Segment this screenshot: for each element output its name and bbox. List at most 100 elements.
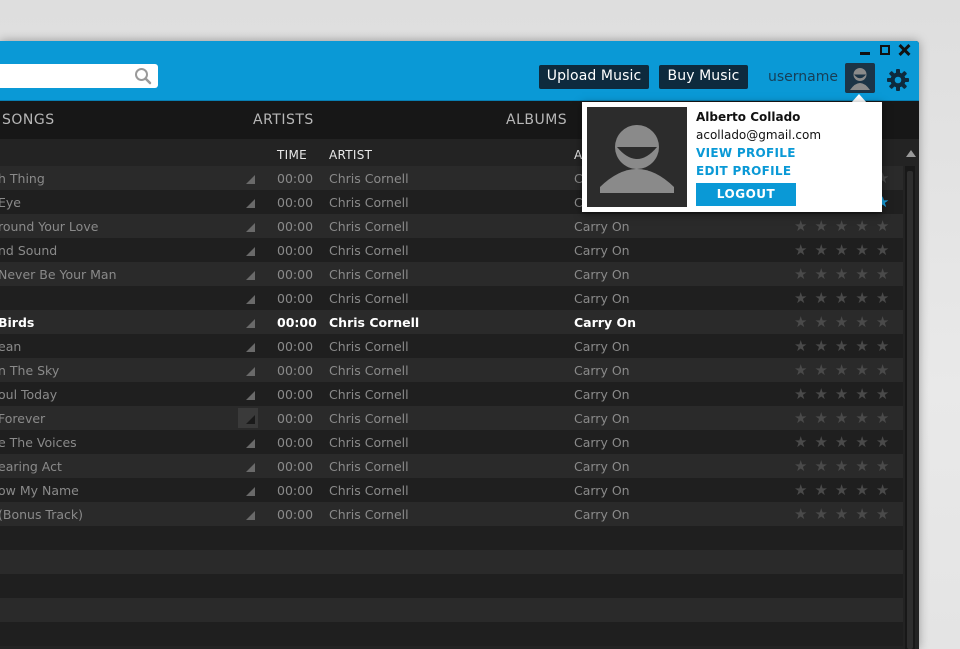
song-row[interactable]: Forever 00:00 Chris Cornell Carry On ★★★★★ (0, 406, 903, 430)
gear-icon[interactable] (886, 68, 910, 92)
row-menu-icon[interactable] (246, 391, 255, 400)
star-icon[interactable]: ★ (814, 409, 834, 427)
star-icon[interactable]: ★ (855, 481, 875, 499)
star-icon[interactable]: ★ (794, 337, 814, 355)
star-icon[interactable]: ★ (794, 433, 814, 451)
star-icon[interactable]: ★ (835, 385, 855, 403)
tab-albums[interactable]: ALBUMS (506, 112, 567, 128)
row-menu-icon[interactable] (238, 408, 258, 428)
star-icon[interactable]: ★ (855, 409, 875, 427)
avatar-button[interactable] (845, 63, 875, 93)
star-icon[interactable]: ★ (855, 505, 875, 523)
star-icon[interactable]: ★ (876, 313, 896, 331)
star-icon[interactable]: ★ (876, 217, 896, 235)
star-icon[interactable]: ★ (835, 313, 855, 331)
star-icon[interactable]: ★ (794, 457, 814, 475)
song-row[interactable]: earing Act 00:00 Chris Cornell Carry On ★★★★… (0, 454, 903, 478)
close-icon[interactable] (898, 44, 910, 56)
star-icon[interactable]: ★ (855, 457, 875, 475)
minimize-icon[interactable] (859, 44, 871, 56)
song-row[interactable]: e The Voices 00:00 Chris Cornell Carry On ★★… (0, 430, 903, 454)
scrollbar-thumb[interactable] (907, 171, 913, 649)
rating-stars[interactable]: ★★★★★ (794, 265, 896, 283)
row-menu-icon[interactable] (246, 295, 255, 304)
star-icon[interactable]: ★ (835, 433, 855, 451)
star-icon[interactable]: ★ (835, 409, 855, 427)
star-icon[interactable]: ★ (855, 385, 875, 403)
rating-stars[interactable]: ★★★★★ (794, 361, 896, 379)
star-icon[interactable]: ★ (835, 241, 855, 259)
star-icon[interactable]: ★ (814, 481, 834, 499)
star-icon[interactable]: ★ (855, 217, 875, 235)
star-icon[interactable]: ★ (835, 361, 855, 379)
star-icon[interactable]: ★ (835, 265, 855, 283)
view-profile-link[interactable]: VIEW PROFILE (696, 146, 796, 160)
star-icon[interactable]: ★ (814, 385, 834, 403)
song-row[interactable]: nd Sound 00:00 Chris Cornell Carry On ★★★★★ (0, 238, 903, 262)
rating-stars[interactable]: ★★★★★ (794, 217, 896, 235)
row-menu-icon[interactable] (246, 319, 255, 328)
rating-stars[interactable]: ★★★★★ (794, 409, 896, 427)
rating-stars[interactable]: ★★★★★ (794, 241, 896, 259)
rating-stars[interactable]: ★★★★★ (794, 313, 896, 331)
row-menu-icon[interactable] (246, 343, 255, 352)
song-row[interactable]: Birds 00:00 Chris Cornell Carry On ★★★★★ (0, 310, 903, 334)
star-icon[interactable]: ★ (794, 385, 814, 403)
song-row[interactable]: ean 00:00 Chris Cornell Carry On ★★★★★ (0, 334, 903, 358)
maximize-icon[interactable] (879, 44, 891, 56)
logout-button[interactable]: LOGOUT (696, 183, 796, 206)
star-icon[interactable]: ★ (876, 337, 896, 355)
star-icon[interactable]: ★ (794, 313, 814, 331)
song-row[interactable]: (Bonus Track) 00:00 Chris Cornell Carry On ★… (0, 502, 903, 526)
star-icon[interactable]: ★ (814, 361, 834, 379)
star-icon[interactable]: ★ (835, 481, 855, 499)
star-icon[interactable]: ★ (835, 505, 855, 523)
star-icon[interactable]: ★ (794, 289, 814, 307)
star-icon[interactable]: ★ (814, 289, 834, 307)
star-icon[interactable]: ★ (855, 361, 875, 379)
rating-stars[interactable]: ★★★★★ (794, 433, 896, 451)
rating-stars[interactable]: ★★★★★ (794, 289, 896, 307)
star-icon[interactable]: ★ (814, 265, 834, 283)
rating-stars[interactable]: ★★★★★ (794, 481, 896, 499)
search-input[interactable] (0, 64, 128, 88)
star-icon[interactable]: ★ (876, 241, 896, 259)
star-icon[interactable]: ★ (876, 433, 896, 451)
row-menu-icon[interactable] (246, 439, 255, 448)
scroll-up-arrow-icon[interactable] (906, 150, 916, 157)
star-icon[interactable]: ★ (814, 217, 834, 235)
star-icon[interactable]: ★ (876, 481, 896, 499)
star-icon[interactable]: ★ (876, 361, 896, 379)
song-row[interactable]: ow My Name 00:00 Chris Cornell Carry On ★★★★… (0, 478, 903, 502)
star-icon[interactable]: ★ (876, 409, 896, 427)
row-menu-icon[interactable] (246, 199, 255, 208)
star-icon[interactable]: ★ (876, 457, 896, 475)
row-menu-icon[interactable] (246, 247, 255, 256)
column-artist[interactable]: ARTIST (329, 148, 372, 162)
row-menu-icon[interactable] (246, 223, 255, 232)
row-menu-icon[interactable] (246, 511, 255, 520)
tab-songs[interactable]: SONGS (2, 112, 55, 128)
song-row[interactable]: round Your Love 00:00 Chris Cornell Carry O… (0, 214, 903, 238)
star-icon[interactable]: ★ (876, 289, 896, 307)
star-icon[interactable]: ★ (835, 217, 855, 235)
song-row[interactable]: oul Today 00:00 Chris Cornell Carry On ★★★★★ (0, 382, 903, 406)
star-icon[interactable]: ★ (814, 313, 834, 331)
star-icon[interactable]: ★ (794, 265, 814, 283)
username-label[interactable]: username (768, 69, 838, 85)
star-icon[interactable]: ★ (814, 457, 834, 475)
star-icon[interactable]: ★ (855, 241, 875, 259)
star-icon[interactable]: ★ (794, 481, 814, 499)
row-menu-icon[interactable] (246, 175, 255, 184)
star-icon[interactable]: ★ (876, 505, 896, 523)
rating-stars[interactable]: ★★★★★ (794, 337, 896, 355)
star-icon[interactable]: ★ (876, 265, 896, 283)
star-icon[interactable]: ★ (855, 337, 875, 355)
star-icon[interactable]: ★ (876, 385, 896, 403)
star-icon[interactable]: ★ (814, 241, 834, 259)
song-row[interactable]: Never Be Your Man 00:00 Chris Cornell Carry… (0, 262, 903, 286)
row-menu-icon[interactable] (246, 271, 255, 280)
star-icon[interactable]: ★ (794, 361, 814, 379)
star-icon[interactable]: ★ (835, 289, 855, 307)
star-icon[interactable]: ★ (794, 241, 814, 259)
